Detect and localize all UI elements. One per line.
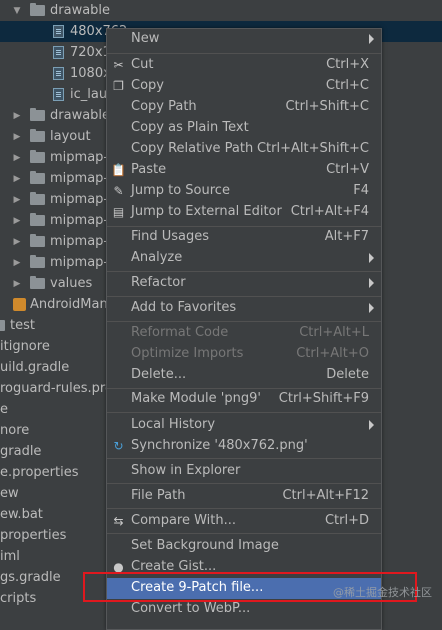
submenu-arrow-icon <box>369 420 374 430</box>
folder-icon <box>0 320 5 331</box>
copy-icon: ❐ <box>113 79 124 93</box>
tree-item-label: e.properties <box>0 465 79 480</box>
tree-item-label: values <box>50 276 93 291</box>
menu-separator <box>107 483 381 484</box>
expand-arrow-icon[interactable]: ▼ <box>11 6 23 16</box>
menu-separator <box>107 458 381 459</box>
tree-item-label: e <box>0 402 8 417</box>
submenu-arrow-icon <box>369 253 374 263</box>
folder-icon <box>30 3 45 16</box>
folder-icon <box>30 255 45 268</box>
menu-item-copy-path[interactable]: Copy Path Ctrl+Shift+C <box>107 97 381 118</box>
menu-item-optimize-imports[interactable]: Optimize Imports Ctrl+Alt+O <box>107 344 381 365</box>
menu-item-local-history[interactable]: Local History <box>107 415 381 436</box>
collapse-arrow-icon[interactable]: ▶ <box>11 237 23 247</box>
menu-item-refactor[interactable]: Refactor <box>107 273 381 294</box>
image-file-icon <box>53 46 64 59</box>
menu-item-show-in-explorer[interactable]: Show in Explorer <box>107 461 381 482</box>
menu-separator <box>107 321 381 322</box>
menu-item-jump-to-external-editor[interactable]: ▤ Jump to External Editor Ctrl+Alt+F4 <box>107 202 381 223</box>
tree-item-label: cripts <box>0 591 37 606</box>
edit-pencil-icon: ✎ <box>113 184 124 198</box>
menu-separator <box>107 296 381 297</box>
manifest-file-icon <box>13 298 26 311</box>
collapse-arrow-icon[interactable]: ▶ <box>11 153 23 163</box>
folder-icon <box>30 108 45 121</box>
folder-icon <box>30 213 45 226</box>
image-file-icon <box>53 88 64 101</box>
tree-item-label: roguard-rules.pro <box>0 381 113 396</box>
menu-separator <box>107 508 381 509</box>
sync-icon: ↻ <box>113 439 124 453</box>
folder-icon <box>30 150 45 163</box>
submenu-arrow-icon <box>369 278 374 288</box>
menu-item-copy-relative-path[interactable]: Copy Relative Path Ctrl+Alt+Shift+C <box>107 139 381 160</box>
collapse-arrow-icon[interactable]: ▶ <box>11 111 23 121</box>
submenu-arrow-icon <box>369 34 374 44</box>
tree-item-label: gradle <box>0 444 42 459</box>
tree-item-label: 1080x <box>70 66 111 81</box>
paste-icon: 📋 <box>111 163 126 177</box>
tree-item-label: ew <box>0 486 19 501</box>
menu-item-delete[interactable]: Delete... Delete <box>107 365 381 386</box>
menu-item-add-to-favorites[interactable]: Add to Favorites <box>107 298 381 319</box>
menu-separator <box>107 412 381 413</box>
tree-item-label: test <box>10 318 35 333</box>
image-file-icon <box>53 25 64 38</box>
collapse-arrow-icon[interactable]: ▶ <box>11 195 23 205</box>
tree-item-label: nore <box>0 423 30 438</box>
menu-item-reformat-code[interactable]: Reformat Code Ctrl+Alt+L <box>107 323 381 344</box>
menu-item-synchronize[interactable]: ↻ Synchronize '480x762.png' <box>107 436 381 457</box>
menu-item-make-module[interactable]: Make Module 'png9' Ctrl+Shift+F9 <box>107 389 381 410</box>
folder-icon <box>30 129 45 142</box>
folder-icon <box>30 276 45 289</box>
menu-separator <box>107 271 381 272</box>
tree-item-label: itignore <box>0 339 50 354</box>
collapse-arrow-icon[interactable]: ▶ <box>11 216 23 226</box>
collapse-arrow-icon[interactable]: ▶ <box>11 174 23 184</box>
tree-item-label: AndroidMani <box>30 297 112 312</box>
menu-item-cut[interactable]: ✂ Cut Ctrl+X <box>107 55 381 76</box>
folder-icon <box>30 171 45 184</box>
menu-item-set-background-image[interactable]: Set Background Image <box>107 536 381 557</box>
menu-item-compare-with[interactable]: ⇆ Compare With... Ctrl+D <box>107 511 381 532</box>
tree-item-label: properties <box>0 528 67 543</box>
collapse-arrow-icon[interactable]: ▶ <box>11 279 23 289</box>
tree-item-label: uild.gradle <box>0 360 70 375</box>
menu-item-find-usages[interactable]: Find Usages Alt+F7 <box>107 227 381 248</box>
folder-icon <box>30 234 45 247</box>
tree-item-label: layout <box>50 129 91 144</box>
tree-item-label: iml <box>0 549 20 564</box>
tree-item-label: drawable <box>50 3 111 18</box>
collapse-arrow-icon[interactable]: ▶ <box>11 132 23 142</box>
menu-item-analyze[interactable]: Analyze <box>107 248 381 269</box>
compare-icon: ⇆ <box>113 514 124 528</box>
tree-item-label: ew.bat <box>0 507 43 522</box>
collapse-arrow-icon[interactable]: ▶ <box>11 258 23 268</box>
menu-item-jump-to-source[interactable]: ✎ Jump to Source F4 <box>107 181 381 202</box>
menu-item-copy-plain-text[interactable]: Copy as Plain Text <box>107 118 381 139</box>
tree-item-label: drawable- <box>50 108 115 123</box>
watermark: @稀土掘金技术社区 <box>333 586 432 599</box>
menu-item-paste[interactable]: 📋 Paste Ctrl+V <box>107 160 381 181</box>
tree-item-label: gs.gradle <box>0 570 61 585</box>
folder-icon <box>30 192 45 205</box>
tree-item-drawable[interactable]: ▼ drawable <box>0 0 442 21</box>
scissors-icon: ✂ <box>113 58 124 72</box>
image-file-icon <box>53 67 64 80</box>
menu-item-convert-to-webp[interactable]: Convert to WebP... <box>107 599 381 620</box>
menu-separator <box>107 533 381 534</box>
external-editor-icon: ▤ <box>112 205 125 219</box>
submenu-arrow-icon <box>369 303 374 313</box>
menu-item-new[interactable]: New <box>107 29 381 50</box>
menu-item-copy[interactable]: ❐ Copy Ctrl+C <box>107 76 381 97</box>
context-menu: New ✂ Cut Ctrl+X ❐ Copy Ctrl+C Copy Path… <box>106 28 382 630</box>
menu-separator <box>107 53 381 54</box>
menu-item-file-path[interactable]: File Path Ctrl+Alt+F12 <box>107 486 381 507</box>
